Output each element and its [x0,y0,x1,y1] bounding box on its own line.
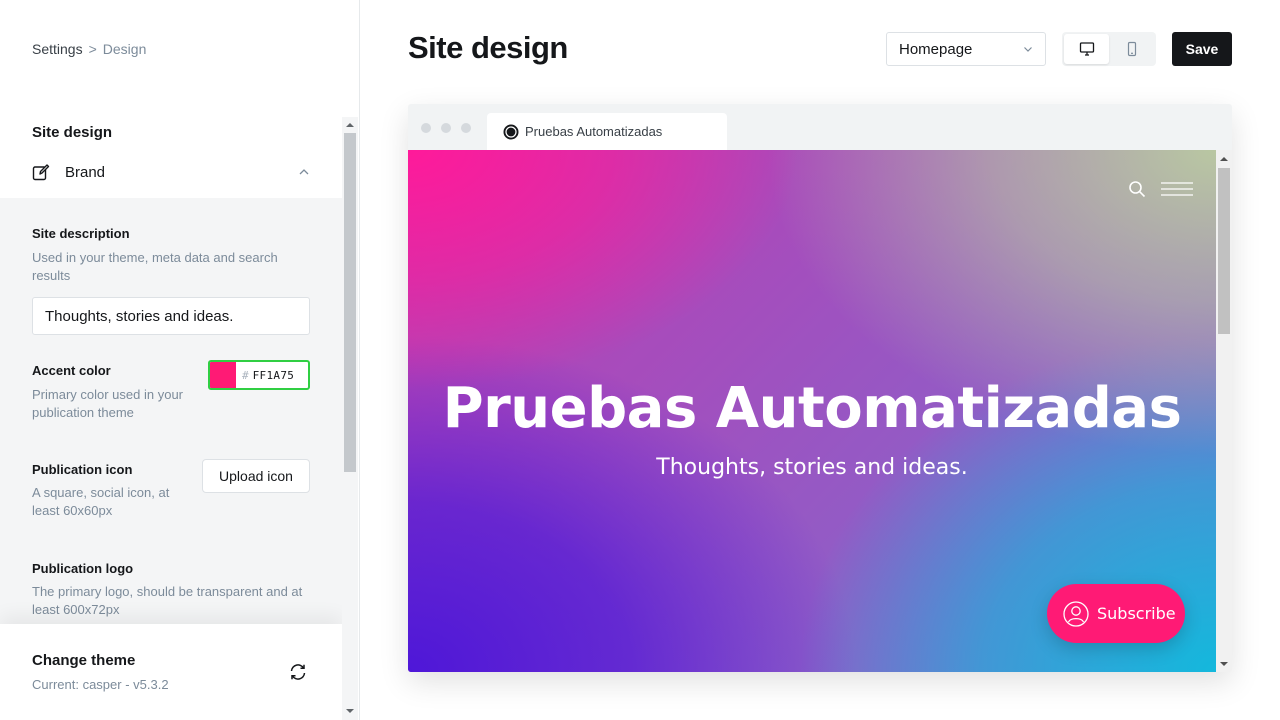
chevron-down-icon [1024,47,1032,52]
window-dot [461,123,471,133]
site-description-hint: Used in your theme, meta data and search… [32,250,278,283]
breadcrumb-separator: > [88,41,97,57]
accent-color-hint: Primary color used in your publication t… [32,387,183,420]
subscribe-button[interactable]: Subscribe [1047,584,1185,643]
site-favicon-icon [503,124,519,139]
window-dot [441,123,451,133]
publication-icon-hint: A square, social icon, at least 60x60px [32,485,170,518]
scroll-down-arrow-icon[interactable] [1220,660,1228,668]
site-title: Pruebas Automatizadas [442,376,1182,441]
current-theme-text: Current: casper - v5.3.2 [32,677,169,692]
site-hero: Pruebas Automatizadas Thoughts, stories … [408,150,1216,672]
edit-icon [32,164,50,181]
preview-page-select[interactable]: Homepage [886,32,1046,66]
preview-browser-tab: Pruebas Automatizadas [487,113,727,150]
accent-color-label: Accent color [32,363,111,378]
window-dot [421,123,431,133]
preview-page-select-value: Homepage [899,40,973,58]
desktop-preview-button[interactable] [1064,34,1109,64]
breadcrumb-settings-link[interactable]: Settings [32,41,83,57]
site-preview-frame: Pruebas Automatizadas Pruebas Automatiza… [408,104,1232,672]
publication-icon-label: Publication icon [32,462,133,477]
scroll-up-arrow-icon[interactable] [1220,155,1228,163]
accent-color-value[interactable]: FF1A75 [253,369,295,382]
brand-group-label: Brand [65,163,106,181]
publication-logo-label: Publication logo [32,561,134,576]
sidebar-section-title: Site design [32,124,113,141]
preview-tab-title: Pruebas Automatizadas [525,124,663,139]
brand-settings-panel: Site description Used in your theme, met… [0,198,342,624]
mobile-preview-button[interactable] [1109,34,1154,64]
subscribe-label: Subscribe [1097,604,1176,623]
breadcrumb-current: Design [102,41,147,57]
search-icon[interactable] [1128,180,1146,198]
desktop-icon [1079,42,1094,56]
upload-icon-button[interactable]: Upload icon [202,459,310,493]
accent-color-swatch[interactable] [210,362,236,388]
scroll-up-arrow-icon[interactable] [346,121,354,129]
sidebar-scrollbar-thumb[interactable] [344,133,356,472]
menu-icon[interactable] [1160,181,1194,197]
breadcrumb: Settings > Design [32,41,146,57]
site-description-value: Thoughts, stories and ideas. [45,307,234,325]
change-theme-panel[interactable]: Change theme Current: casper - v5.3.2 [0,624,342,720]
site-description-input[interactable]: Thoughts, stories and ideas. [32,297,310,335]
settings-sidebar: Settings > Design Site design Brand Site… [0,0,360,720]
user-icon [1063,600,1089,627]
save-button[interactable]: Save [1172,32,1232,66]
publication-logo-hint: The primary logo, should be transparent … [32,584,303,617]
sidebar-scrollbar[interactable] [342,117,358,720]
accent-color-picker[interactable]: # FF1A75 [208,360,310,390]
device-toggle [1062,32,1156,66]
mobile-icon [1127,41,1136,57]
change-theme-title: Change theme [32,652,136,669]
page-title: Site design [408,30,568,65]
refresh-icon[interactable] [288,662,308,682]
preview-scrollbar-thumb[interactable] [1218,168,1230,334]
chevron-up-icon [299,169,309,175]
brand-group-header[interactable]: Brand [32,160,310,184]
site-tagline: Thoughts, stories and ideas. [656,455,968,480]
accent-color-hash: # [242,368,249,382]
scroll-down-arrow-icon[interactable] [346,707,354,715]
site-description-label: Site description [32,226,130,241]
preview-scrollbar[interactable] [1216,150,1232,672]
